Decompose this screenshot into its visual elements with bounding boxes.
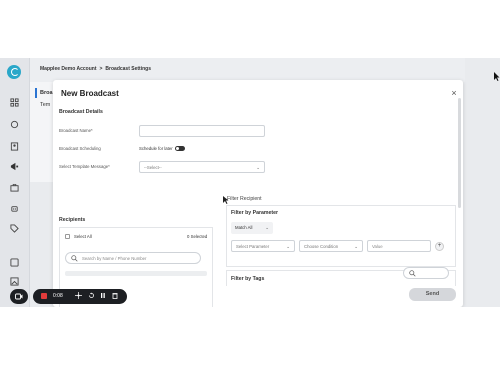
camera-toggle-button[interactable] bbox=[10, 289, 28, 304]
send-button[interactable]: Send bbox=[409, 288, 456, 301]
right-background bbox=[465, 58, 500, 307]
tags-search-input[interactable] bbox=[403, 267, 449, 279]
search-icon bbox=[409, 270, 416, 277]
pointer-cursor-icon bbox=[494, 72, 500, 81]
stop-icon[interactable] bbox=[41, 293, 47, 299]
recipient-search-input[interactable]: Search by Name / Phone Number bbox=[65, 252, 201, 264]
breadcrumb-parent[interactable]: Mapplee Demo Account bbox=[40, 66, 97, 72]
logo-icon[interactable] bbox=[7, 65, 21, 79]
top-bar: Mapplee Demo Account > Broadcast Settings bbox=[0, 58, 500, 82]
camera-icon bbox=[15, 293, 23, 300]
chevron-down-icon: ⌄ bbox=[265, 225, 269, 230]
chevron-down-icon: ⌄ bbox=[286, 244, 290, 249]
recording-toolbar: 0:08 bbox=[33, 289, 127, 304]
mouse-cursor-icon bbox=[223, 196, 229, 204]
chat-icon[interactable] bbox=[10, 116, 19, 129]
recording-time: 0:08 bbox=[53, 293, 63, 299]
move-icon[interactable] bbox=[75, 292, 82, 301]
select-all-label: Select All bbox=[74, 234, 92, 239]
add-filter-button[interactable]: + bbox=[435, 242, 444, 251]
broadcast-scheduling-label: Broadcast Scheduling bbox=[59, 146, 101, 151]
value-input[interactable]: Value bbox=[367, 240, 431, 252]
template-message-label: Select Template Message* bbox=[59, 164, 110, 169]
trash-icon[interactable] bbox=[112, 292, 118, 301]
active-indicator bbox=[35, 88, 37, 98]
selected-count: 0 Selected bbox=[187, 234, 208, 239]
select-all-checkbox[interactable] bbox=[65, 234, 70, 239]
filter-recipient-heading: Filter Recipient bbox=[227, 196, 262, 202]
filter-by-tags-title: Filter by Tags bbox=[231, 276, 265, 282]
pause-icon[interactable] bbox=[100, 292, 106, 301]
template-message-value: --Select-- bbox=[144, 165, 162, 170]
match-all-select[interactable]: Match All ⌄ bbox=[231, 222, 273, 234]
match-all-value: Match All bbox=[235, 225, 253, 230]
modal-scrollbar[interactable] bbox=[458, 98, 461, 208]
briefcase-icon[interactable] bbox=[10, 179, 19, 192]
template-message-select[interactable]: --Select-- ⌄ bbox=[139, 161, 265, 173]
select-parameter-dropdown[interactable]: Select Parameter ⌄ bbox=[231, 240, 295, 252]
breadcrumb-separator: > bbox=[99, 66, 103, 72]
settings-icon[interactable] bbox=[10, 254, 19, 267]
filter-by-tags-panel: Filter by Tags bbox=[226, 267, 456, 286]
chevron-down-icon: ⌄ bbox=[256, 165, 260, 170]
bot-icon[interactable] bbox=[10, 200, 19, 212]
recipients-title: Recipients bbox=[59, 217, 86, 223]
breadcrumb-current: Broadcast Settings bbox=[105, 66, 151, 72]
choose-condition-placeholder: Choose Condition bbox=[304, 244, 339, 249]
close-icon[interactable]: × bbox=[449, 88, 459, 98]
select-parameter-placeholder: Select Parameter bbox=[236, 244, 270, 249]
subnav-item-broadcast[interactable]: Broa bbox=[40, 90, 53, 96]
app-screen: Mapplee Demo Account > Broadcast Settings bbox=[0, 58, 500, 307]
broadcast-name-label: Broadcast Name* bbox=[59, 128, 93, 133]
schedule-later-label: Schedule for later bbox=[139, 146, 173, 151]
broadcast-name-input[interactable] bbox=[139, 125, 265, 137]
search-icon bbox=[71, 255, 78, 262]
left-rail bbox=[0, 58, 30, 307]
loading-placeholder-bar bbox=[65, 271, 207, 276]
restart-icon[interactable] bbox=[88, 292, 95, 301]
contacts-icon[interactable] bbox=[10, 138, 19, 151]
choose-condition-dropdown[interactable]: Choose Condition ⌄ bbox=[299, 240, 363, 252]
schedule-later-toggle[interactable] bbox=[175, 146, 185, 151]
new-broadcast-modal: New Broadcast × Broadcast Details Broadc… bbox=[53, 80, 463, 307]
chevron-down-icon: ⌄ bbox=[354, 244, 358, 249]
filter-by-parameter-panel: Filter by Parameter Match All ⌄ Select P… bbox=[226, 205, 456, 267]
tag-icon[interactable] bbox=[10, 220, 19, 233]
subnav-item-templates[interactable]: Tem bbox=[40, 102, 50, 108]
grid-icon[interactable] bbox=[10, 94, 19, 107]
broadcast-details-title: Broadcast Details bbox=[59, 109, 103, 115]
recipient-search-placeholder: Search by Name / Phone Number bbox=[82, 256, 147, 261]
filter-by-parameter-title: Filter by Parameter bbox=[231, 210, 278, 216]
image-icon[interactable] bbox=[10, 273, 19, 286]
modal-title: New Broadcast bbox=[61, 89, 119, 98]
breadcrumb: Mapplee Demo Account > Broadcast Settings bbox=[40, 66, 151, 72]
megaphone-icon[interactable] bbox=[10, 158, 19, 171]
